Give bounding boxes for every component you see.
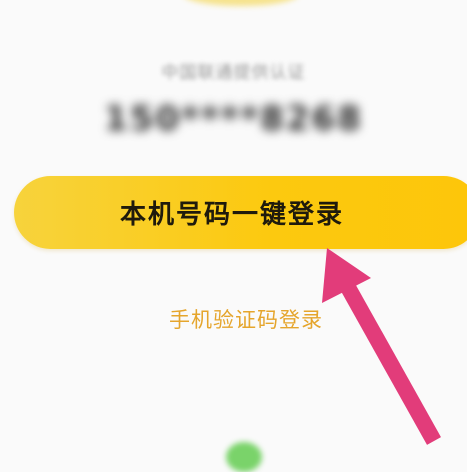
masked-phone-number: 150****8268 bbox=[104, 99, 363, 139]
third-party-login-icon-partial bbox=[226, 442, 262, 472]
one-click-login-label: 本机号码一键登录 bbox=[119, 200, 344, 230]
one-click-login-button[interactable]: 本机号码一键登录 bbox=[14, 176, 467, 249]
app-logo-partial bbox=[183, 0, 299, 6]
sms-code-login-link[interactable]: 手机验证码登录 bbox=[0, 304, 467, 334]
carrier-auth-label: 中国联通提供认证 bbox=[161, 63, 306, 83]
